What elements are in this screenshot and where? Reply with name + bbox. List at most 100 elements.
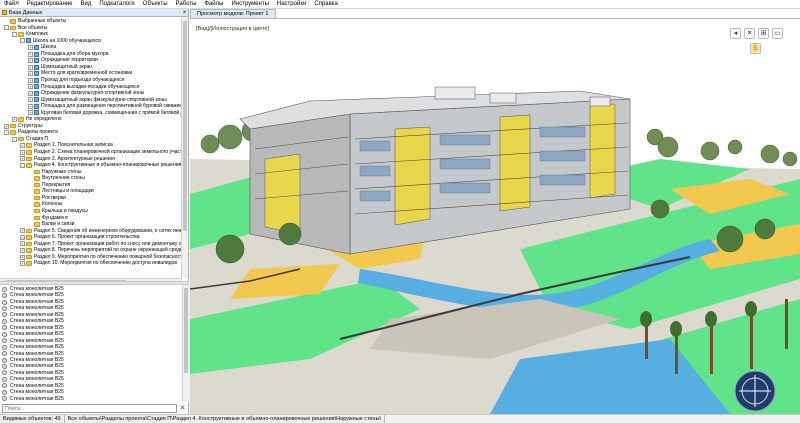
- expand-icon[interactable]: +: [4, 123, 9, 129]
- menu-item[interactable]: Файлы: [200, 0, 227, 9]
- list-item[interactable]: Стена монолитная B25: [0, 299, 64, 305]
- tree-item[interactable]: + Ограждение физкультурно-спортивной зоны: [28, 90, 144, 97]
- list-item[interactable]: Стена монолитная B25: [0, 363, 64, 369]
- collapse-icon[interactable]: -: [4, 25, 9, 31]
- expand-icon[interactable]: +: [20, 149, 25, 155]
- collapse-icon[interactable]: -: [20, 162, 25, 168]
- list-item[interactable]: Стена монолитная B25: [0, 325, 64, 331]
- tree-item[interactable]: + Раздел 1. Пояснительная записка: [20, 142, 113, 149]
- tree-item[interactable]: + Круговая беговая дорожка, совмещенная с…: [28, 110, 182, 117]
- tree-item[interactable]: + Раздел 2. Схема планировочной организац…: [20, 149, 182, 156]
- expand-icon[interactable]: +: [28, 44, 33, 50]
- expand-icon[interactable]: +: [20, 228, 25, 234]
- expand-icon[interactable]: +: [28, 90, 33, 96]
- tree-item[interactable]: Лестницы и площадки: [28, 188, 94, 195]
- close-icon[interactable]: ×: [181, 10, 188, 16]
- tree-item[interactable]: + Раздел 3. Архитектурные решения: [20, 156, 115, 163]
- tree-item[interactable]: + Место для кратковременной остановки: [28, 70, 132, 77]
- tree-item[interactable]: + Не определено: [12, 116, 62, 123]
- tab-model-view[interactable]: Просмотр модели: Проект 1: [190, 9, 276, 18]
- list-item[interactable]: Стена монолитная B25: [0, 389, 64, 395]
- menu-item[interactable]: Настройки: [273, 0, 310, 9]
- list-item[interactable]: Стена монолитная B25: [0, 286, 64, 292]
- menu-item[interactable]: Редактирование: [23, 0, 77, 9]
- tree-item[interactable]: + Площадка для размещения перспективной б…: [28, 103, 182, 110]
- expand-icon[interactable]: +: [28, 77, 33, 83]
- list-item[interactable]: Стена монолитная B25: [0, 292, 64, 298]
- menu-item[interactable]: Подкаталоги: [95, 0, 138, 9]
- tree-item[interactable]: Балки и связи: [28, 221, 74, 228]
- collapse-icon[interactable]: -: [20, 38, 25, 44]
- tree-item[interactable]: Фундамент: [28, 215, 68, 222]
- menu-item[interactable]: Справка: [310, 0, 342, 9]
- tree-item[interactable]: Перекрытия: [28, 182, 70, 189]
- tree-item[interactable]: Ростверки: [28, 195, 66, 202]
- expand-icon[interactable]: +: [28, 64, 33, 70]
- list-item[interactable]: Стена монолитная B25: [0, 318, 64, 324]
- collapse-icon[interactable]: -: [12, 31, 17, 37]
- list-item[interactable]: Стена монолитная B25: [0, 383, 64, 389]
- search-input[interactable]: [2, 404, 177, 413]
- tree-item[interactable]: + Площадка для сбора мусора: [28, 51, 109, 58]
- list-item[interactable]: Стена монолитная B25: [0, 396, 64, 402]
- nav-back-button[interactable]: ◂: [730, 28, 741, 39]
- tree-item[interactable]: + Раздел 9. Мероприятия по обеспечению по…: [20, 254, 182, 261]
- expand-icon[interactable]: +: [28, 51, 33, 57]
- nav-close-button[interactable]: ✕: [744, 28, 755, 39]
- expand-icon[interactable]: +: [20, 143, 25, 149]
- list-item[interactable]: Стена монолитная B25: [0, 312, 64, 318]
- menu-item[interactable]: Вид: [76, 0, 95, 9]
- tree-item[interactable]: + Раздел 5. Сведения об инженерном оборуд…: [20, 228, 182, 235]
- expand-icon[interactable]: +: [20, 261, 25, 267]
- collapse-icon[interactable]: -: [4, 130, 9, 136]
- list-item[interactable]: Стена монолитная B25: [0, 351, 64, 357]
- expand-icon[interactable]: +: [28, 58, 33, 64]
- list-scrollbar[interactable]: [182, 285, 189, 402]
- menu-item[interactable]: Объекты: [139, 0, 172, 9]
- list-item[interactable]: Стена монолитная B25: [0, 338, 64, 344]
- 3d-model-scene[interactable]: [190, 19, 800, 414]
- tree-item[interactable]: - Все объекты: [4, 25, 48, 32]
- tree-item[interactable]: - Раздел 4. Конструктивные и объемно-план…: [20, 162, 181, 169]
- list-item[interactable]: Стена монолитная B25: [0, 376, 64, 382]
- tree-scrollbar[interactable]: [181, 17, 188, 278]
- expand-icon[interactable]: +: [20, 254, 25, 260]
- tree-item[interactable]: Внутренние стены: [28, 175, 85, 182]
- tree-item[interactable]: + Раздел 6. Проект организации строительс…: [20, 234, 140, 241]
- tree-item[interactable]: - Разделы проекта: [4, 129, 58, 136]
- tree-item[interactable]: - Школа на 1000 обучающихся: [20, 38, 101, 45]
- expand-icon[interactable]: +: [28, 84, 33, 90]
- tree-item[interactable]: + Ограждение территории: [28, 57, 98, 64]
- list-item[interactable]: Стена монолитная B25: [0, 331, 64, 337]
- menu-item[interactable]: Файл: [0, 0, 23, 9]
- tree-item[interactable]: Колонны: [28, 201, 62, 208]
- tree-item[interactable]: + Проезд для подъезда обучающихся: [28, 77, 124, 84]
- tree-item[interactable]: + Раздел 10. Мероприятия по обеспечению д…: [20, 260, 177, 267]
- expand-icon[interactable]: +: [20, 241, 25, 247]
- tree-item[interactable]: + Структуры: [4, 123, 43, 130]
- nav-grid-button[interactable]: ⊞: [758, 28, 769, 39]
- expand-icon[interactable]: +: [12, 117, 17, 122]
- list-item[interactable]: Стена монолитная B25: [0, 305, 64, 311]
- tree-item[interactable]: + Школа: [28, 44, 56, 51]
- menu-item[interactable]: Инструменты: [227, 0, 272, 9]
- menu-item[interactable]: Работы: [172, 0, 201, 9]
- tree-item[interactable]: - Комплекс: [12, 31, 48, 38]
- hand-tool-icon[interactable]: ✋: [750, 43, 761, 54]
- tree-item[interactable]: Выбранные объекты: [4, 18, 66, 25]
- model-viewport[interactable]: Просмотр модели: Проект 1 [Вид]/[Иллюстр…: [190, 9, 800, 414]
- tree-item[interactable]: Наружные стены: [28, 169, 81, 176]
- tree-item[interactable]: + Раздел 8. Перечень мероприятий по охран…: [20, 247, 182, 254]
- list-item[interactable]: Стена монолитная B25: [0, 344, 64, 350]
- clear-search-icon[interactable]: ✕: [178, 404, 187, 413]
- list-item[interactable]: Стена монолитная B25: [0, 370, 64, 376]
- list-item[interactable]: Стена монолитная B25: [0, 357, 64, 363]
- expand-icon[interactable]: +: [28, 110, 33, 116]
- expand-icon[interactable]: +: [20, 156, 25, 162]
- expand-icon[interactable]: +: [20, 234, 25, 240]
- expand-icon[interactable]: +: [28, 71, 33, 77]
- nav-frame-button[interactable]: ▭: [772, 28, 783, 39]
- expand-icon[interactable]: +: [28, 103, 33, 109]
- expand-icon[interactable]: +: [20, 248, 25, 253]
- expand-icon[interactable]: +: [28, 97, 33, 103]
